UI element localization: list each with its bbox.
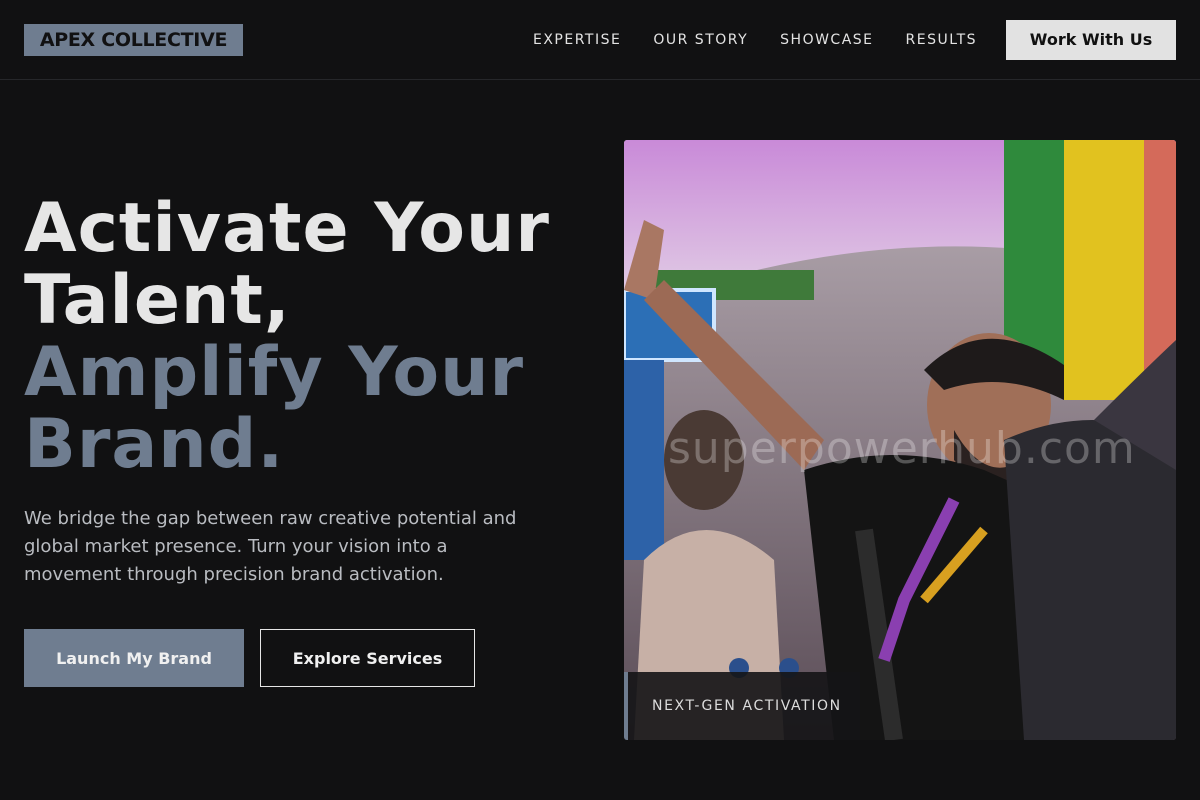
nav-links: EXPERTISE OUR STORY SHOWCASE RESULTS (533, 31, 977, 49)
nav-link-our-story[interactable]: OUR STORY (653, 31, 748, 49)
nav-link-showcase[interactable]: SHOWCASE (780, 31, 873, 49)
hero-title-line-3: Amplify Your (24, 333, 525, 412)
nav-link-expertise[interactable]: EXPERTISE (533, 31, 621, 49)
hero-title-line-2: Talent, (24, 261, 291, 340)
hero-subtitle: We bridge the gap between raw creative p… (24, 508, 517, 585)
hero-title: Activate Your Talent, Amplify Your Brand… (24, 193, 614, 481)
hero-photo: superpowerhub.com NEXT-GEN ACTIVATION (624, 140, 1176, 740)
photo-caption-tag: NEXT-GEN ACTIVATION (624, 672, 860, 740)
watermark-text: superpowerhub.com (668, 423, 1136, 474)
hero-title-line-4: Brand. (24, 405, 285, 484)
work-with-us-button[interactable]: Work With Us (1006, 20, 1176, 60)
nav-link-results[interactable]: RESULTS (906, 31, 978, 49)
hero-title-line-1: Activate Your (24, 189, 550, 268)
explore-services-button[interactable]: Explore Services (260, 629, 475, 687)
launch-my-brand-button[interactable]: Launch My Brand (24, 629, 244, 687)
brand-logo[interactable]: APEX COLLECTIVE (24, 24, 243, 56)
top-nav: APEX COLLECTIVE EXPERTISE OUR STORY SHOW… (0, 0, 1200, 80)
